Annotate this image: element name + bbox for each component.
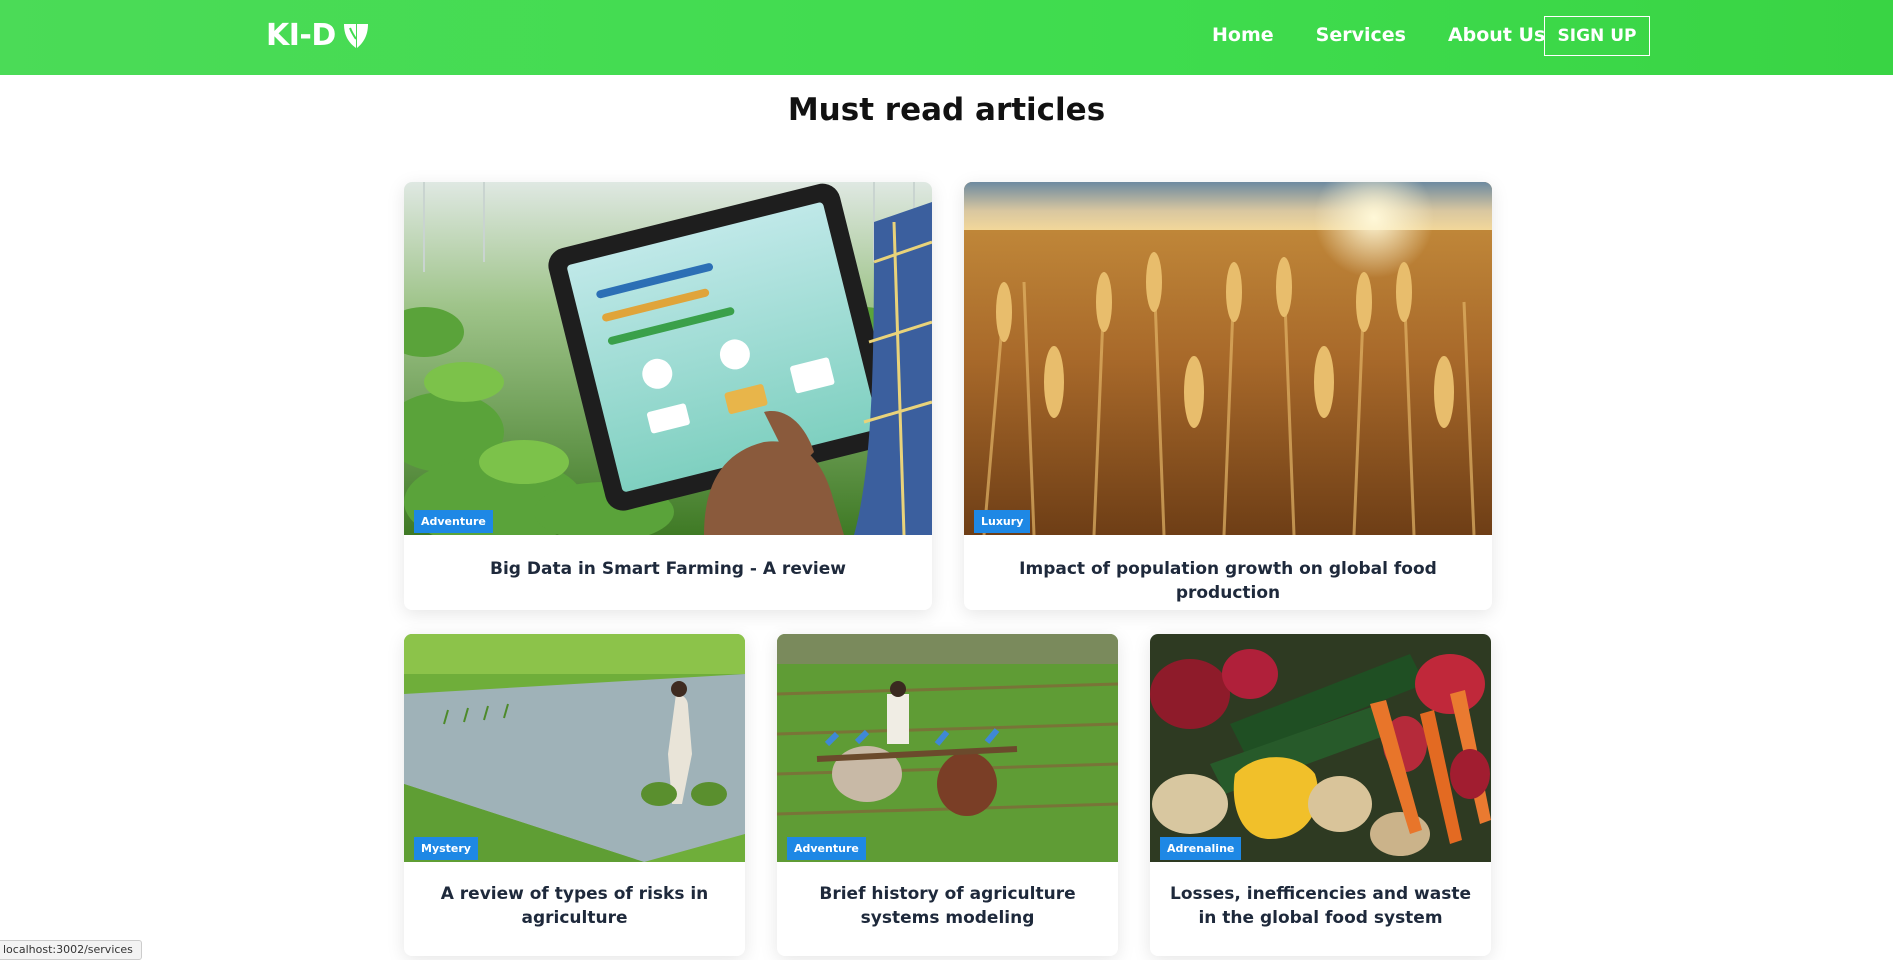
article-image-vegetables bbox=[1150, 634, 1491, 862]
article-card[interactable]: Mystery A review of types of risks in ag… bbox=[404, 634, 745, 956]
article-card[interactable]: Adrenaline Losses, inefficencies and was… bbox=[1150, 634, 1491, 956]
article-image-wheat bbox=[964, 182, 1492, 535]
category-tag: Adventure bbox=[414, 510, 493, 533]
article-title[interactable]: Losses, inefficencies and waste in the g… bbox=[1170, 882, 1471, 930]
category-tag: Luxury bbox=[974, 510, 1030, 533]
article-title[interactable]: Brief history of agriculture systems mod… bbox=[797, 882, 1098, 930]
article-card[interactable]: Adventure Big Data in Smart Farming - A … bbox=[404, 182, 932, 610]
category-tag: Adventure bbox=[787, 837, 866, 860]
article-image-tablet bbox=[404, 182, 932, 535]
article-image-rice-paddy bbox=[404, 634, 745, 862]
status-bar-url: localhost:3002/services bbox=[0, 940, 142, 960]
shield-leaf-icon bbox=[342, 21, 370, 51]
logo-text: KI-D bbox=[266, 18, 336, 53]
category-tag: Mystery bbox=[414, 837, 478, 860]
nav-services-link[interactable]: Services bbox=[1316, 24, 1406, 46]
logo[interactable]: KI-D bbox=[266, 18, 370, 53]
nav-home-link[interactable]: Home bbox=[1212, 24, 1274, 46]
article-card[interactable]: Adventure Brief history of agriculture s… bbox=[777, 634, 1118, 956]
article-image-oxen bbox=[777, 634, 1118, 862]
nav-about-link[interactable]: About Us bbox=[1448, 24, 1545, 46]
article-title[interactable]: Big Data in Smart Farming - A review bbox=[424, 557, 912, 581]
category-tag: Adrenaline bbox=[1160, 837, 1241, 860]
signup-button[interactable]: SIGN UP bbox=[1544, 16, 1650, 56]
main-nav: Home Services About Us bbox=[1212, 24, 1587, 46]
article-title[interactable]: Impact of population growth on global fo… bbox=[984, 557, 1472, 605]
article-title[interactable]: A review of types of risks in agricultur… bbox=[424, 882, 725, 930]
top-navbar: KI-D Home Services About Us SIGN UP bbox=[0, 0, 1893, 75]
article-card[interactable]: Luxury Impact of population growth on gl… bbox=[964, 182, 1492, 610]
page-title: Must read articles bbox=[0, 92, 1893, 128]
